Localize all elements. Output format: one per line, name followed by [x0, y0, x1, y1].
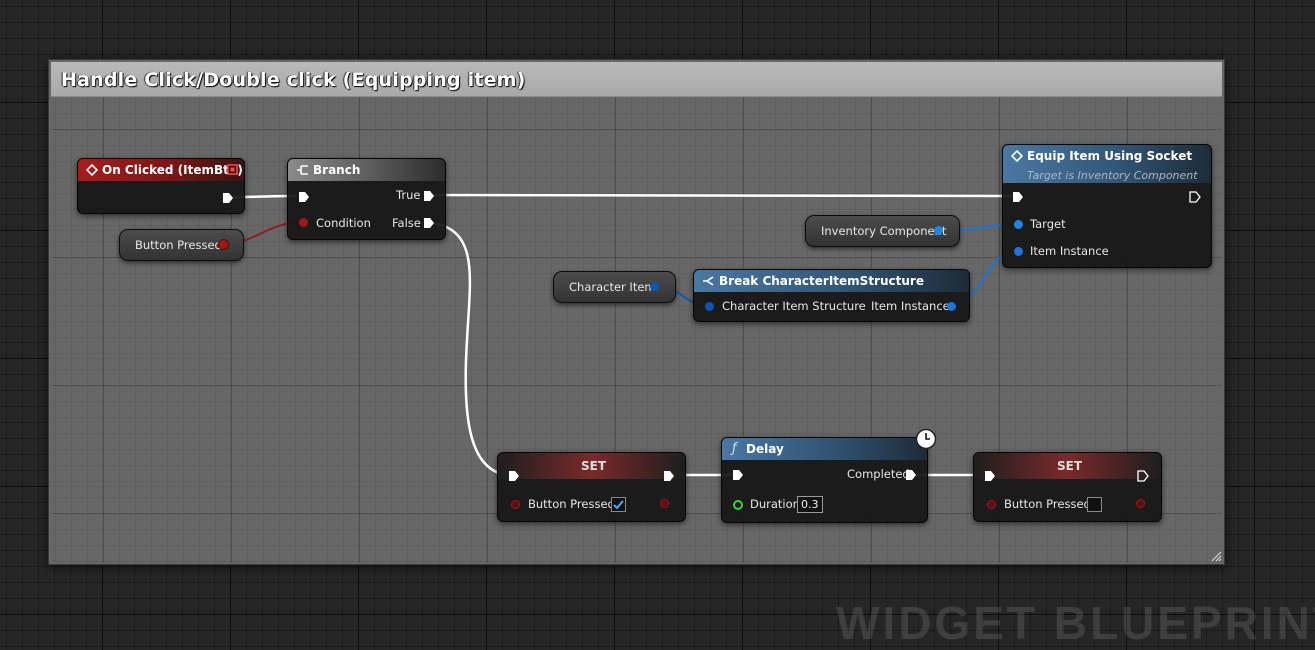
- character-item-variable-node[interactable]: Character Item: [553, 271, 676, 303]
- button-pressed-variable-node[interactable]: Button Pressed: [119, 229, 244, 261]
- pin-label-duration: Duration: [750, 497, 800, 511]
- set-button-pressed-true-node[interactable]: SET Button Pressed: [497, 452, 686, 522]
- pin-label-condition: Condition: [316, 216, 371, 230]
- event-diamond-icon: [86, 164, 98, 176]
- exec-false-pin-icon[interactable]: [422, 216, 436, 230]
- on-clicked-event-node[interactable]: On Clicked (ItemBtn): [77, 158, 245, 214]
- node-subtitle: Target is Inventory Component: [1027, 169, 1198, 182]
- pin-label-false: False: [392, 216, 421, 230]
- struct-output-pin-icon[interactable]: [650, 282, 659, 291]
- variable-label: Character Item: [569, 280, 656, 294]
- value-checkbox[interactable]: [611, 497, 626, 512]
- exec-input-pin-icon[interactable]: [297, 190, 311, 204]
- node-title: Branch: [313, 163, 361, 177]
- comment-title: Handle Click/Double click (Equipping ite…: [61, 69, 526, 91]
- branch-node[interactable]: Branch True Condition False: [287, 158, 446, 240]
- variable-label: Inventory Component: [821, 224, 947, 238]
- break-character-item-structure-node[interactable]: Break CharacterItemStructure Character I…: [693, 269, 970, 322]
- duration-value-input[interactable]: 0.3: [797, 496, 823, 513]
- bool-output-pin-icon[interactable]: [660, 499, 669, 508]
- exec-output-pin-icon[interactable]: [1136, 469, 1150, 483]
- pin-label-target: Target: [1030, 217, 1066, 231]
- pin-label-button-pressed: Button Pressed: [1004, 497, 1091, 511]
- node-title: SET: [581, 459, 607, 473]
- node-header: [288, 159, 445, 181]
- bool-output-pin-icon[interactable]: [1136, 499, 1145, 508]
- exec-input-pin-icon[interactable]: [983, 469, 997, 483]
- exec-input-pin-icon[interactable]: [731, 468, 745, 482]
- exec-completed-pin-icon[interactable]: [904, 468, 918, 482]
- value-checkbox[interactable]: [1087, 497, 1102, 512]
- checkmark-icon: [613, 500, 624, 510]
- break-struct-icon: [703, 276, 714, 286]
- variable-label: Button Pressed: [135, 238, 222, 252]
- float-input-pin-icon[interactable]: [733, 500, 743, 510]
- pin-label-item-instance-output: Item Instance: [871, 299, 950, 313]
- node-title: Equip Item Using Socket: [1027, 149, 1193, 163]
- graph-type-watermark: WIDGET BLUEPRINT: [836, 597, 1315, 649]
- equip-item-using-socket-node[interactable]: Equip Item Using Socket Target is Invent…: [1002, 144, 1212, 268]
- object-output-pin-icon[interactable]: [947, 302, 956, 311]
- set-button-pressed-false-node[interactable]: SET Button Pressed: [973, 452, 1162, 522]
- bool-input-pin-icon[interactable]: [511, 500, 520, 509]
- branch-icon: [297, 165, 308, 175]
- item-instance-input-pin-icon[interactable]: [1014, 247, 1023, 256]
- resize-grip-icon[interactable]: [1210, 550, 1222, 562]
- exec-output-pin-icon[interactable]: [221, 191, 235, 205]
- exec-true-pin-icon[interactable]: [422, 189, 436, 203]
- inventory-component-variable-node[interactable]: Inventory Component: [805, 215, 960, 247]
- delegate-pin-icon[interactable]: [227, 164, 238, 175]
- pin-label-button-pressed: Button Pressed: [528, 497, 615, 511]
- bool-input-pin-icon[interactable]: [299, 218, 308, 227]
- exec-output-pin-icon[interactable]: [662, 469, 676, 483]
- target-input-pin-icon[interactable]: [1014, 220, 1023, 229]
- object-output-pin-icon[interactable]: [934, 226, 943, 235]
- pin-label-item-instance: Item Instance: [1030, 244, 1109, 258]
- pin-label-true: True: [396, 188, 421, 202]
- exec-input-pin-icon[interactable]: [507, 469, 521, 483]
- struct-input-pin-icon[interactable]: [705, 302, 714, 311]
- exec-input-pin-icon[interactable]: [1011, 190, 1025, 204]
- node-title: On Clicked (ItemBtn): [102, 163, 243, 177]
- function-f-icon: ƒ: [732, 441, 737, 456]
- delay-node[interactable]: ƒ Delay Completed Duration 0.3: [721, 428, 937, 523]
- exec-output-pin-icon[interactable]: [1188, 190, 1202, 204]
- comment-header[interactable]: Handle Click/Double click (Equipping ite…: [51, 62, 1222, 97]
- pin-label-completed: Completed: [847, 467, 910, 481]
- node-title: Break CharacterItemStructure: [719, 274, 924, 288]
- node-title: SET: [1057, 459, 1083, 473]
- node-title: Delay: [746, 442, 784, 456]
- function-diamond-icon: [1011, 150, 1023, 162]
- bool-input-pin-icon[interactable]: [987, 500, 996, 509]
- bool-output-pin-icon[interactable]: [219, 240, 228, 249]
- pin-label-struct-input: Character Item Structure: [722, 299, 866, 313]
- latent-clock-icon: [915, 428, 937, 450]
